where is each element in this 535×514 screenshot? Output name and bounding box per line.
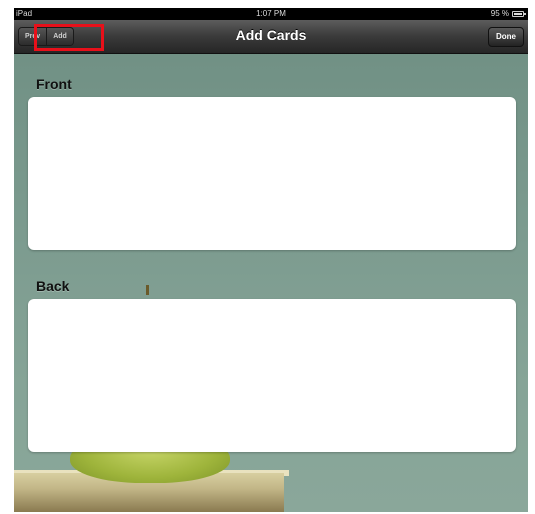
apple-stem-image	[146, 285, 149, 295]
status-time: 1:07 PM	[256, 9, 286, 18]
back-label: Back	[36, 278, 70, 294]
battery-status: 95 %	[490, 8, 526, 20]
battery-percent: 95 %	[490, 9, 509, 18]
ipad-screen: iPad 1:07 PM 95 % Prev Add Add Cards Don…	[14, 8, 528, 512]
back-text-field[interactable]	[28, 299, 516, 452]
page-title: Add Cards	[235, 27, 307, 43]
battery-icon	[512, 11, 526, 17]
status-bar: iPad 1:07 PM 95 %	[14, 8, 528, 20]
done-button[interactable]: Done	[488, 27, 524, 47]
navigation-bar: Prev Add Add Cards Done	[14, 20, 528, 54]
front-text-field[interactable]	[28, 97, 516, 250]
front-label: Front	[36, 76, 72, 92]
